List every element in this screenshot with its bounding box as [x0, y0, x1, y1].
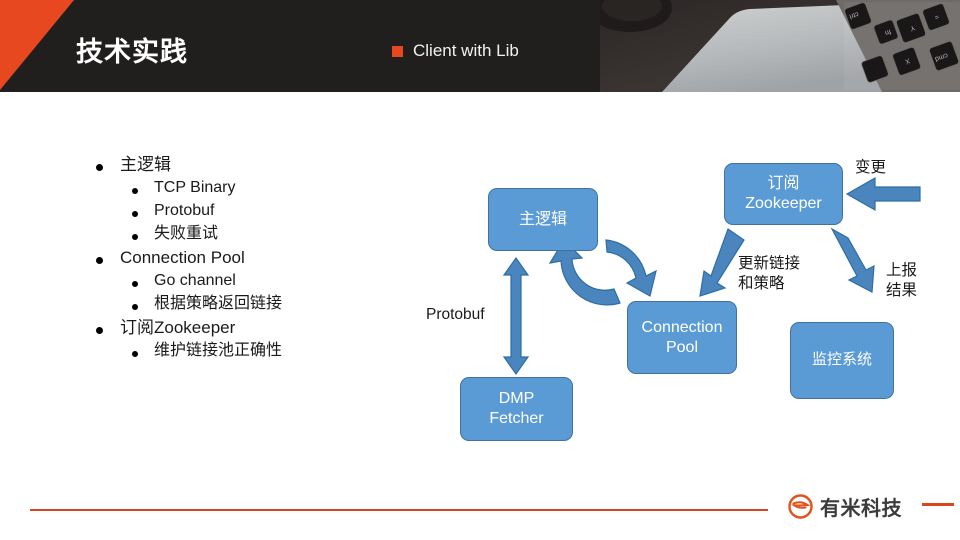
main-logic-to-dmp-bidirectional-arrow [502, 256, 530, 376]
list-item: TCP Binary [132, 180, 426, 196]
list-item: 维护链接池正确性 [132, 343, 426, 359]
youmi-circle-logo-icon [788, 494, 813, 519]
footer-divider-right [922, 503, 954, 506]
list-item-label: Protobuf [154, 202, 215, 219]
list-item-label: 主逻辑 [120, 155, 171, 174]
edge-label-report-result: 上报 结果 [886, 262, 918, 300]
node-zookeeper[interactable]: 订阅 Zookeeper [724, 163, 843, 225]
node-dmp-fetcher-label: DMP Fetcher [489, 390, 544, 427]
bullet-dot-icon [132, 211, 138, 217]
node-main-logic[interactable]: 主逻辑 [488, 188, 598, 251]
brand-name: 有米科技 [820, 498, 902, 520]
bullet-list: 主逻辑 TCP Binary Protobuf 失败重试 Connection … [96, 156, 426, 366]
edge-label-update-link-policy: 更新链接 和策略 [738, 255, 801, 293]
list-item: Connection Pool [96, 249, 426, 266]
list-item-label: 根据策略返回链接 [154, 295, 283, 312]
list-item: 订阅Zookeeper [96, 319, 426, 336]
corner-accent-triangle [0, 0, 74, 90]
brand-logo: 有米科技 [788, 492, 902, 521]
node-monitor-system-label: 监控系统 [811, 351, 872, 369]
list-item-label: Go channel [154, 272, 236, 289]
laptop-keyboard-photo: ctrl fn Y X = cmd [600, 0, 960, 92]
bullet-dot-icon [132, 188, 138, 194]
page-title: 技术实践 [76, 37, 188, 67]
bullet-dot-icon [132, 281, 138, 287]
slide-subtitle-label: Client with Lib [413, 41, 519, 60]
list-item: 主逻辑 [96, 156, 426, 173]
slide-subtitle: Client with Lib [392, 41, 519, 61]
list-item-label: TCP Binary [154, 179, 236, 196]
edge-label-protobuf: Protobuf [426, 306, 485, 323]
bullet-dot-icon [132, 234, 138, 240]
external-to-zookeeper-arrow [845, 176, 921, 212]
node-connection-pool-label: Connection Pool [641, 318, 723, 356]
list-item: Protobuf [132, 203, 426, 219]
list-item-label: 订阅Zookeeper [120, 318, 236, 337]
main-logic-to-pool-curved-arrow [605, 239, 657, 297]
list-item: 失败重试 [132, 226, 426, 242]
bullet-dot-icon [96, 164, 103, 171]
node-dmp-fetcher[interactable]: DMP Fetcher [460, 377, 573, 441]
node-connection-pool[interactable]: Connection Pool [627, 301, 737, 374]
list-item-label: 维护链接池正确性 [154, 342, 283, 359]
list-item: 根据策略返回链接 [132, 296, 426, 312]
list-item: Go channel [132, 273, 426, 289]
zookeeper-to-monitor-arrow [830, 227, 875, 293]
list-item-label: Connection Pool [120, 248, 245, 267]
bullet-dot-icon [132, 351, 138, 357]
footer-divider [30, 509, 768, 511]
list-item-label: 失败重试 [154, 225, 219, 242]
node-main-logic-label: 主逻辑 [518, 210, 567, 228]
square-bullet-icon [392, 45, 403, 57]
bullet-dot-icon [96, 257, 103, 264]
node-monitor-system[interactable]: 监控系统 [790, 322, 894, 399]
node-zookeeper-label: 订阅 Zookeeper [745, 175, 822, 212]
slide-header: ctrl fn Y X = cmd 技术实践 Client with Lib [0, 0, 960, 92]
edge-label-change: 变更 [855, 159, 887, 176]
bullet-dot-icon [132, 304, 138, 310]
slide-canvas: ctrl fn Y X = cmd 技术实践 Client with Lib 主… [0, 0, 960, 540]
bullet-dot-icon [96, 327, 103, 334]
architecture-diagram: 主逻辑 订阅 Zookeeper Connection Pool DMP Fet… [420, 130, 940, 460]
